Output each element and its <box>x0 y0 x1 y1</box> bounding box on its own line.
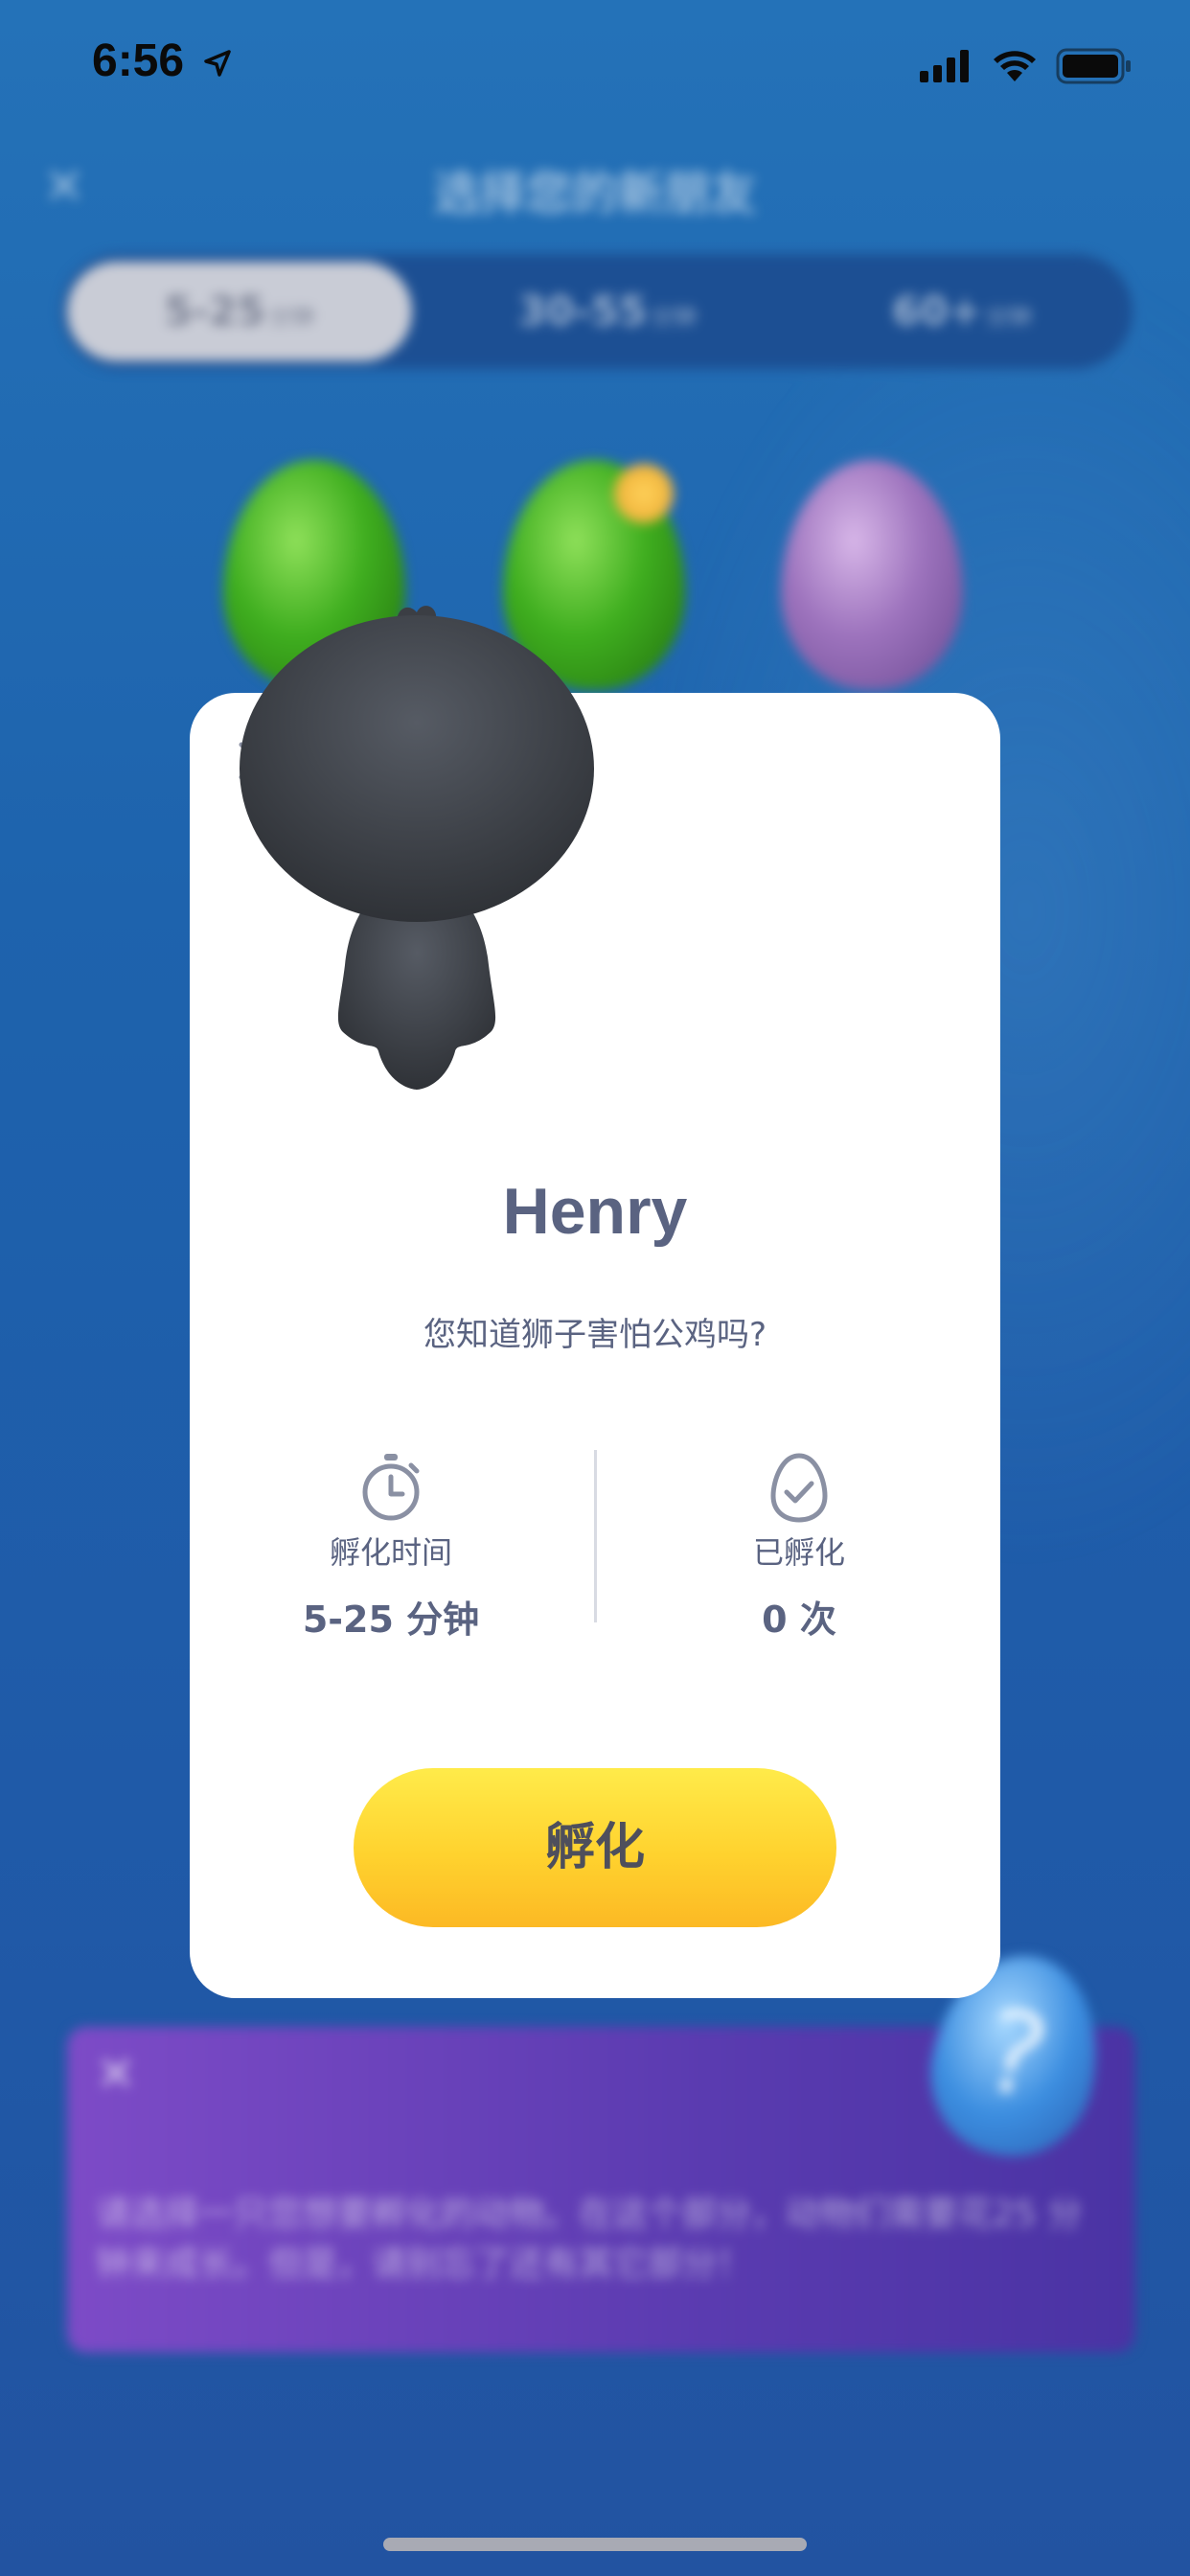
animal-fact: 您知道狮子害怕公鸡吗? <box>423 1316 767 1354</box>
stat-hatched-count: 已孵化 0 次 <box>655 1452 943 1643</box>
duration-tabs: 5-25 分钟 30-55 分钟 60+ 分钟 <box>61 254 1133 369</box>
status-icons <box>919 48 1133 86</box>
tab-unit: 分钟 <box>985 304 1032 331</box>
animal-name: Henry <box>502 1175 688 1248</box>
wifi-icon <box>993 51 1036 81</box>
stat-divider <box>594 1450 597 1622</box>
egg-check-icon <box>770 1453 828 1523</box>
cellular-signal-icon <box>919 50 969 82</box>
info-text: 请选择一只您想要孵化的动物。在这个部分，动物们需要花25 分钟来成长。但是，请别… <box>96 2195 1083 2284</box>
battery-icon <box>1056 48 1131 84</box>
tab-unit: 分钟 <box>268 304 315 331</box>
info-close-icon: ✕ <box>96 2046 136 2102</box>
stopwatch-icon <box>362 1454 420 1521</box>
tab-unit: 分钟 <box>651 304 698 331</box>
stat-hatch-time: 孵化时间 5-25 分钟 <box>247 1452 535 1643</box>
tab-5-25: 5-25 分钟 <box>67 262 412 361</box>
tab-label: 60+ <box>892 288 982 334</box>
home-indicator[interactable] <box>383 2538 807 2551</box>
hatched-label: 已孵化 <box>752 1534 845 1571</box>
hatch-button[interactable]: 孵化 <box>354 1768 836 1927</box>
status-time: 6:56 <box>92 34 233 87</box>
background-title: 选择您的新朋友 <box>433 167 756 220</box>
tab-label: 5-25 <box>164 288 265 334</box>
tab-30-55: 30-55 分钟 <box>445 254 770 369</box>
hatched-value: 0 次 <box>762 1598 836 1641</box>
egg-badge <box>614 464 674 523</box>
status-time-text: 6:56 <box>92 35 185 86</box>
hatch-time-value: 5-25 分钟 <box>302 1598 480 1641</box>
animal-silhouette-icon <box>240 606 594 1090</box>
tab-label: 30-55 <box>517 288 648 334</box>
hatch-time-label: 孵化时间 <box>329 1534 452 1571</box>
location-arrow-icon <box>204 50 232 78</box>
tab-60-plus: 60+ 分钟 <box>809 254 1115 369</box>
